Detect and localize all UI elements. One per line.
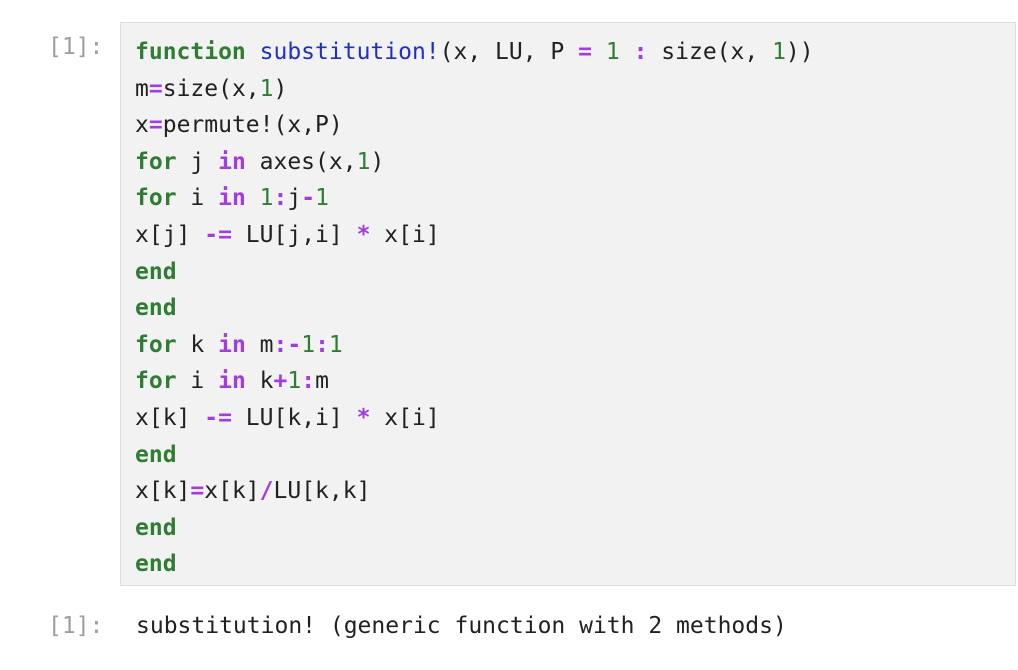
code-token: j bbox=[176, 148, 219, 175]
code-token: x[j] bbox=[135, 221, 205, 248]
code-token: for bbox=[135, 148, 177, 175]
output-prompt: [1]: bbox=[48, 613, 104, 639]
code-token: for bbox=[135, 368, 177, 395]
code-token: :- bbox=[273, 331, 302, 358]
code-line: for i in k+1:m bbox=[135, 363, 814, 400]
code-token: = bbox=[190, 478, 205, 505]
code-line: x[k] -= LU[k,i] * x[i] bbox=[135, 400, 814, 437]
code-line: for k in m:-1:1 bbox=[135, 327, 814, 364]
code-token: m bbox=[135, 75, 149, 102]
code-token: = bbox=[578, 39, 592, 65]
code-line: x[j] -= LU[j,i] * x[i] bbox=[135, 217, 814, 254]
code-token: : bbox=[315, 331, 329, 358]
input-prompt: [1]: bbox=[48, 34, 104, 60]
code-token: 1 bbox=[772, 39, 786, 65]
code-editor[interactable]: function substitution!(x, LU, P = 1 : si… bbox=[135, 34, 814, 583]
code-token: 1 bbox=[315, 185, 329, 212]
code-token: * bbox=[356, 221, 371, 248]
code-token: m bbox=[245, 331, 274, 358]
code-token: end bbox=[135, 258, 177, 285]
code-token: : bbox=[301, 368, 316, 395]
code-token: - bbox=[301, 185, 316, 212]
code-token: size(x, bbox=[162, 75, 260, 102]
code-line: end bbox=[135, 510, 814, 547]
code-token: = bbox=[148, 75, 163, 102]
code-token: for bbox=[135, 185, 177, 212]
code-token: ) bbox=[273, 75, 288, 102]
code-token: 1 bbox=[328, 331, 343, 358]
code-token: end bbox=[135, 441, 177, 468]
code-line: m=size(x,1) bbox=[135, 71, 814, 108]
code-token: axes(x, bbox=[245, 148, 357, 175]
code-token: 1 bbox=[259, 75, 274, 102]
code-token: 1 bbox=[605, 39, 620, 65]
code-token: j bbox=[287, 185, 302, 212]
code-token: end bbox=[135, 551, 177, 578]
code-token: k bbox=[245, 368, 274, 395]
code-line: for j in axes(x,1) bbox=[135, 144, 814, 181]
code-token: LU[k,k] bbox=[273, 478, 371, 505]
code-token: x[k] bbox=[135, 404, 205, 431]
code-token: i bbox=[176, 368, 219, 395]
code-token: for bbox=[135, 331, 177, 358]
code-line: x[k]=x[k]/LU[k,k] bbox=[135, 473, 814, 510]
code-line: x=permute!(x,P) bbox=[135, 107, 814, 144]
code-token: ) bbox=[370, 148, 385, 175]
code-line: end bbox=[135, 437, 814, 474]
code-token: 1 bbox=[301, 331, 316, 358]
code-token: LU[j,i] bbox=[231, 221, 357, 248]
code-token: i bbox=[176, 185, 219, 212]
code-token: function bbox=[135, 39, 246, 65]
code-line: end bbox=[135, 546, 814, 583]
code-token: -= bbox=[204, 221, 232, 248]
code-token: k bbox=[176, 331, 219, 358]
code-token: -= bbox=[204, 404, 232, 431]
code-token: size(x, bbox=[647, 39, 773, 65]
code-token: / bbox=[259, 478, 274, 505]
code-token: x[i] bbox=[370, 404, 440, 431]
code-cell-input[interactable]: function substitution!(x, LU, P = 1 : si… bbox=[120, 22, 1016, 586]
code-token: substitution! bbox=[259, 39, 440, 65]
code-token: x[k] bbox=[204, 478, 260, 505]
code-token: : bbox=[633, 39, 648, 65]
code-token: end bbox=[135, 514, 177, 541]
code-line: end bbox=[135, 290, 814, 327]
cell-output: substitution! (generic function with 2 m… bbox=[136, 613, 787, 639]
code-token: m bbox=[315, 368, 329, 395]
code-line: end bbox=[135, 254, 814, 291]
code-token: permute!(x,P) bbox=[162, 112, 343, 139]
code-line: for i in 1:j-1 bbox=[135, 180, 814, 217]
code-token: LU[k,i] bbox=[231, 404, 357, 431]
code-token: 1 bbox=[259, 185, 274, 212]
code-token: x[k] bbox=[135, 478, 191, 505]
code-token: : bbox=[273, 185, 288, 212]
code-token: in bbox=[218, 331, 246, 358]
code-token: * bbox=[356, 404, 371, 431]
code-token: )) bbox=[785, 39, 814, 65]
code-token: 1 bbox=[287, 368, 302, 395]
code-token: end bbox=[135, 295, 177, 322]
code-token: x bbox=[135, 112, 149, 139]
code-token: in bbox=[218, 368, 246, 395]
code-token: in bbox=[218, 148, 246, 175]
code-line: function substitution!(x, LU, P = 1 : si… bbox=[135, 34, 814, 71]
code-token: in bbox=[218, 185, 246, 212]
code-token: 1 bbox=[356, 148, 371, 175]
code-token: = bbox=[148, 112, 163, 139]
code-token: + bbox=[273, 368, 288, 395]
code-token: (x, LU, P bbox=[439, 39, 579, 65]
code-token: x[i] bbox=[370, 221, 440, 248]
